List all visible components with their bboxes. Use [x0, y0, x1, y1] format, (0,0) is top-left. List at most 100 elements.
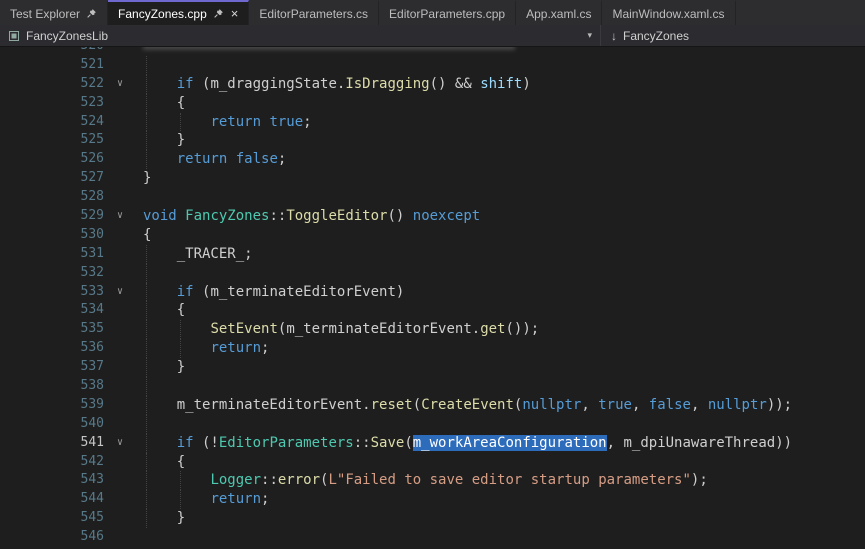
indent-guide — [180, 490, 181, 509]
indent-guide — [180, 471, 181, 490]
tab-editorparameters-cpp[interactable]: EditorParameters.cpp — [379, 0, 516, 25]
fold-chevron-icon[interactable]: ∨ — [104, 75, 136, 94]
indent-guide — [146, 264, 147, 283]
code-text[interactable] — [136, 415, 865, 434]
line-number: 534 — [0, 301, 104, 320]
tab-mainwindow-xaml-cs[interactable]: MainWindow.xaml.cs — [602, 0, 735, 25]
fold-margin — [104, 47, 136, 56]
line-number: 539 — [0, 396, 104, 415]
symbol-dropdown-label: FancyZones — [623, 29, 689, 43]
code-line: 531 _TRACER_; — [0, 245, 865, 264]
code-text[interactable]: { — [136, 94, 865, 113]
code-text[interactable]: } — [136, 358, 865, 377]
fold-margin — [104, 490, 136, 509]
fold-margin — [104, 509, 136, 528]
line-number: 546 — [0, 528, 104, 547]
tab-editorparameters-cs[interactable]: EditorParameters.cs — [249, 0, 379, 25]
code-line: 545 } — [0, 509, 865, 528]
indent-guide — [146, 377, 147, 396]
code-text[interactable]: { — [136, 453, 865, 472]
code-line: 542 { — [0, 453, 865, 472]
symbol-dropdown[interactable]: ↓ FancyZones — [600, 25, 865, 46]
fold-margin — [104, 113, 136, 132]
indent-guide — [146, 434, 147, 453]
fold-margin — [104, 358, 136, 377]
code-text[interactable]: } — [136, 509, 865, 528]
fold-margin — [104, 150, 136, 169]
tab-fancyzones-cpp[interactable]: FancyZones.cpp × — [108, 0, 249, 25]
close-icon[interactable]: × — [231, 7, 239, 20]
pin-icon[interactable] — [213, 8, 224, 19]
chevron-down-icon: ▾ — [587, 30, 592, 41]
navigation-bar: FancyZonesLib ▾ ↓ FancyZones — [0, 25, 865, 47]
fold-chevron-icon[interactable]: ∨ — [104, 283, 136, 302]
fold-chevron-icon[interactable]: ∨ — [104, 207, 136, 226]
line-number: 520 — [0, 47, 104, 56]
code-text[interactable]: Logger::error(L"Failed to save editor st… — [136, 471, 865, 490]
line-number: 525 — [0, 131, 104, 150]
indent-guide — [146, 150, 147, 169]
code-line: 546 — [0, 528, 865, 547]
tab-label: FancyZones.cpp — [118, 7, 207, 21]
line-number: 541 — [0, 434, 104, 453]
code-text[interactable]: if (!EditorParameters::Save(m_workAreaCo… — [136, 434, 865, 453]
code-text[interactable]: return true; — [136, 113, 865, 132]
code-text[interactable]: m_terminateEditorEvent.reset(CreateEvent… — [136, 396, 865, 415]
tab-test-explorer[interactable]: Test Explorer — [0, 0, 108, 25]
line-number: 523 — [0, 94, 104, 113]
tab-app-xaml-cs[interactable]: App.xaml.cs — [516, 0, 602, 25]
code-line: 539 m_terminateEditorEvent.reset(CreateE… — [0, 396, 865, 415]
fold-chevron-icon[interactable]: ∨ — [104, 434, 136, 453]
code-editor[interactable]: 520521522∨ if (m_draggingState.IsDraggin… — [0, 47, 865, 549]
line-number: 545 — [0, 509, 104, 528]
pin-icon[interactable] — [86, 8, 97, 19]
code-line: 530{ — [0, 226, 865, 245]
indent-guide — [146, 358, 147, 377]
code-text[interactable]: return false; — [136, 150, 865, 169]
indent-guide — [180, 320, 181, 339]
indent-guide — [146, 320, 147, 339]
code-text[interactable] — [136, 188, 865, 207]
fold-margin — [104, 188, 136, 207]
tab-label: App.xaml.cs — [526, 7, 591, 21]
code-line: 533∨ if (m_terminateEditorEvent) — [0, 283, 865, 302]
code-text[interactable]: return; — [136, 339, 865, 358]
code-line: 528 — [0, 188, 865, 207]
code-text[interactable] — [136, 377, 865, 396]
code-text[interactable]: _TRACER_; — [136, 245, 865, 264]
line-number: 521 — [0, 56, 104, 75]
fold-margin — [104, 226, 136, 245]
indent-guide — [146, 396, 147, 415]
tab-bar: Test Explorer FancyZones.cpp × EditorParame… — [0, 0, 865, 25]
indent-guide — [146, 415, 147, 434]
code-line: 523 { — [0, 94, 865, 113]
code-text[interactable] — [136, 47, 865, 56]
code-text[interactable]: } — [136, 169, 865, 188]
fold-margin — [104, 453, 136, 472]
project-dropdown[interactable]: FancyZonesLib ▾ — [0, 25, 600, 46]
code-text[interactable] — [136, 528, 865, 547]
code-text[interactable] — [136, 264, 865, 283]
code-text[interactable]: { — [136, 226, 865, 245]
indent-guide — [146, 301, 147, 320]
code-line: 525 } — [0, 131, 865, 150]
code-text[interactable]: { — [136, 301, 865, 320]
code-line: 537 } — [0, 358, 865, 377]
fold-margin — [104, 471, 136, 490]
indent-guide — [146, 75, 147, 94]
code-text[interactable]: if (m_draggingState.IsDragging() && shif… — [136, 75, 865, 94]
code-text[interactable]: } — [136, 131, 865, 150]
code-text[interactable] — [136, 56, 865, 75]
code-text[interactable]: if (m_terminateEditorEvent) — [136, 283, 865, 302]
code-text[interactable]: return; — [136, 490, 865, 509]
line-number: 535 — [0, 320, 104, 339]
indent-guide — [146, 490, 147, 509]
code-text[interactable]: void FancyZones::ToggleEditor() noexcept — [136, 207, 865, 226]
code-line: 534 { — [0, 301, 865, 320]
line-number: 537 — [0, 358, 104, 377]
indent-guide — [146, 453, 147, 472]
line-number: 529 — [0, 207, 104, 226]
code-text[interactable]: SetEvent(m_terminateEditorEvent.get()); — [136, 320, 865, 339]
fold-margin — [104, 131, 136, 150]
code-line: 541∨ if (!EditorParameters::Save(m_workA… — [0, 434, 865, 453]
